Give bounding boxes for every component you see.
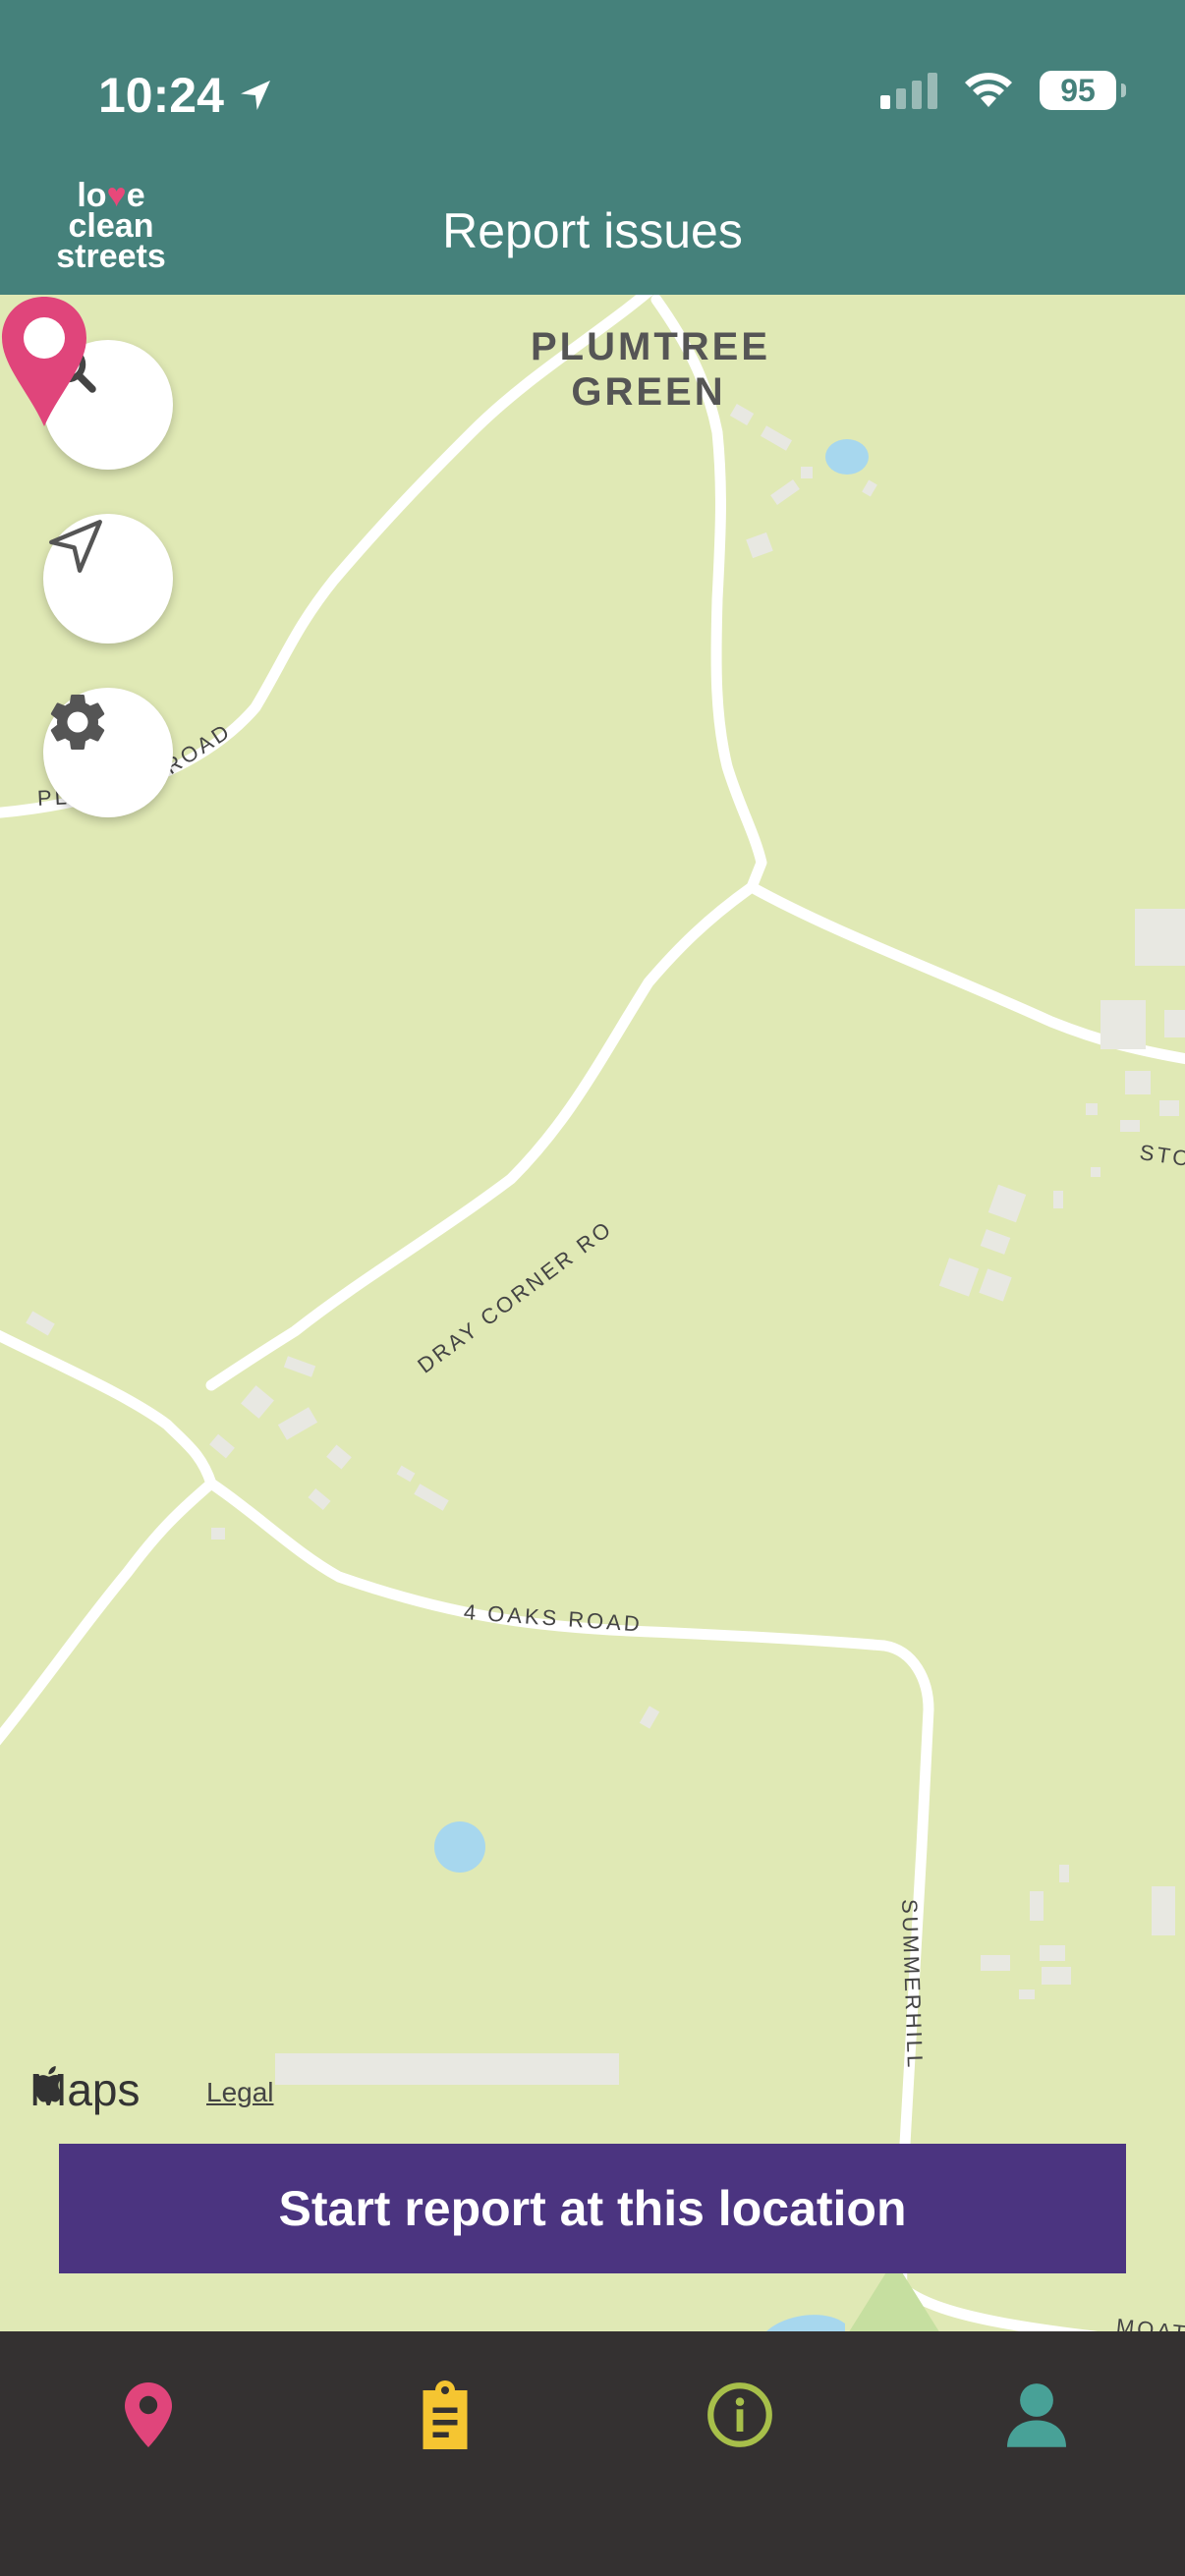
locate-me-button[interactable] <box>43 514 173 644</box>
person-icon <box>1007 2383 1066 2447</box>
apple-maps-credit: Maps <box>29 2063 140 2116</box>
clipboard-icon <box>423 2380 468 2449</box>
tab-reports[interactable] <box>371 2361 519 2469</box>
info-icon <box>707 2382 772 2447</box>
wifi-icon <box>965 73 1012 107</box>
battery-level: 95 <box>1060 72 1096 108</box>
clock: 10:24 <box>98 68 224 123</box>
place-label-plumtree-green: PLUMTREE GREEN <box>531 324 770 415</box>
location-arrow-icon <box>49 520 102 573</box>
location-pin-icon[interactable] <box>0 295 88 428</box>
tab-map[interactable] <box>75 2361 222 2469</box>
status-time: 10:24 <box>98 67 275 124</box>
app-header: 10:24 95 lo♥e clean streets Report issue… <box>0 0 1185 295</box>
tab-profile[interactable] <box>963 2361 1110 2469</box>
map-pin-icon <box>125 2382 172 2447</box>
start-report-button[interactable]: Start report at this location <box>59 2144 1126 2273</box>
gear-icon <box>50 694 105 750</box>
legal-link[interactable]: Legal <box>206 2077 274 2108</box>
map-roads <box>0 295 1185 2331</box>
settings-button[interactable] <box>43 688 173 817</box>
map-view[interactable]: PLUMTREE GREEN PL ROAD DRAY CORNER RO 4 … <box>0 295 1185 2331</box>
apple-logo-icon <box>33 2066 64 2102</box>
battery-indicator: 95 <box>1040 71 1126 110</box>
bottom-tab-bar <box>0 2331 1185 2576</box>
status-indicators: 95 <box>880 71 1126 110</box>
cellular-signal-icon <box>880 73 937 109</box>
location-services-icon <box>240 81 270 110</box>
tab-info[interactable] <box>666 2361 814 2469</box>
page-title: Report issues <box>442 203 743 258</box>
place-label-line-2: GREEN <box>571 370 726 414</box>
place-label-line-1: PLUMTREE <box>531 325 770 368</box>
